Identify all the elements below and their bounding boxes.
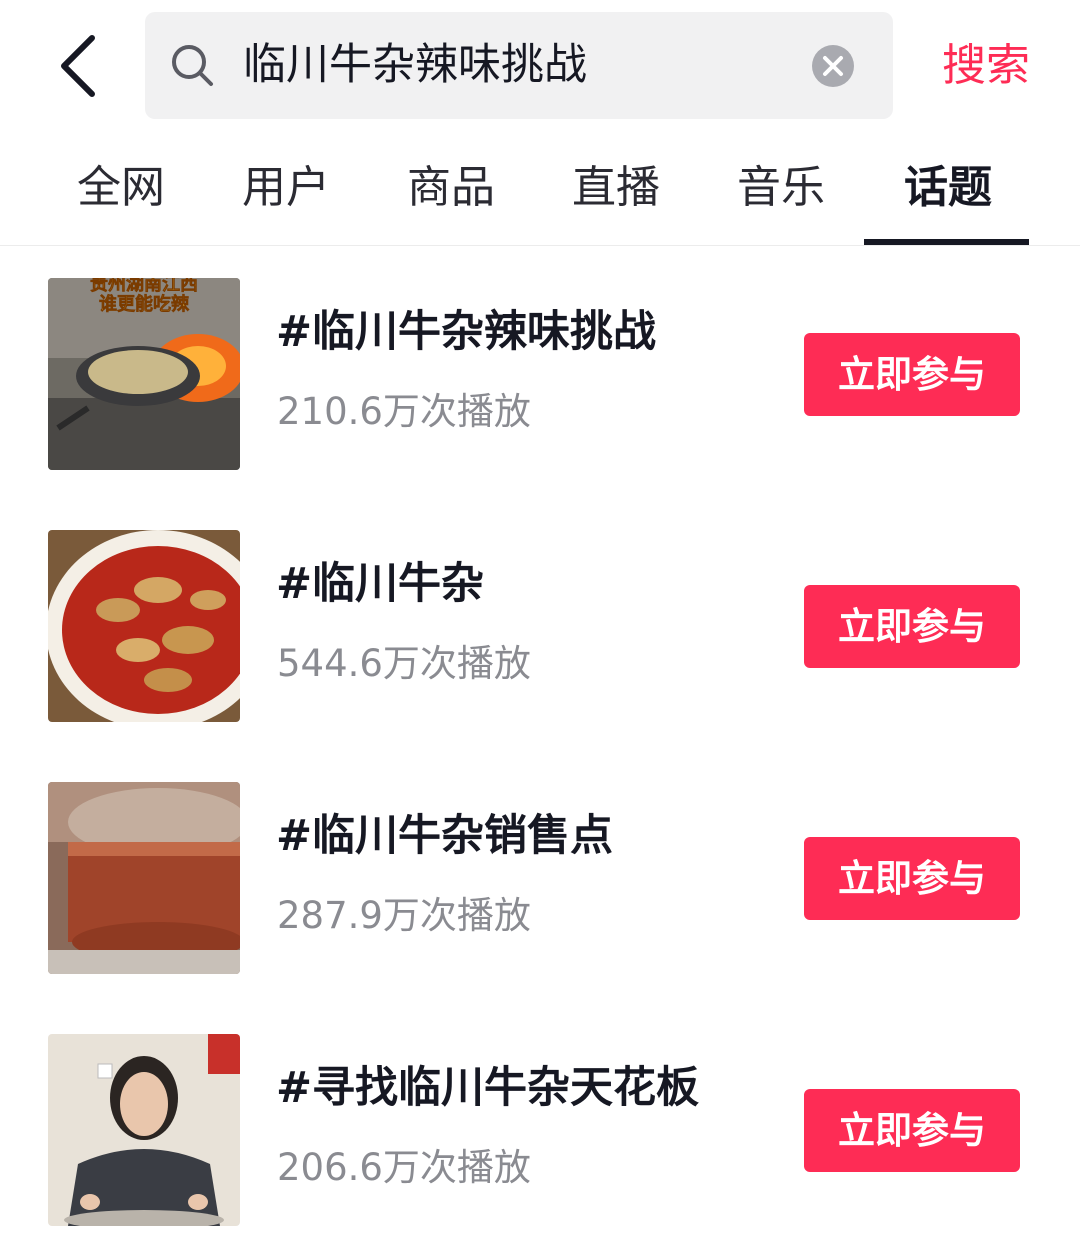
category-tabs: 全网 用户 商品 直播 音乐 话题 bbox=[0, 130, 1080, 246]
back-button[interactable] bbox=[52, 30, 112, 102]
chevron-left-icon bbox=[61, 35, 95, 97]
topic-play-count: 544.6万次播放 bbox=[277, 642, 531, 685]
tab-products[interactable]: 商品 bbox=[407, 158, 495, 218]
topic-thumbnail[interactable] bbox=[48, 1034, 240, 1226]
topic-row[interactable]: #寻找临川牛杂天花板 206.6万次播放 立即参与 bbox=[0, 1034, 1080, 1234]
topic-row[interactable]: #临川牛杂 544.6万次播放 立即参与 bbox=[0, 530, 1080, 730]
topic-row[interactable]: 贵州湖南江西 谁更能吃辣 #临川牛杂辣味挑战 210.6万次播放 立即参与 bbox=[0, 278, 1080, 478]
search-box[interactable]: 临川牛杂辣味挑战 bbox=[145, 12, 893, 119]
topic-play-count: 206.6万次播放 bbox=[277, 1146, 531, 1189]
search-input[interactable]: 临川牛杂辣味挑战 bbox=[243, 12, 587, 119]
topic-title[interactable]: #寻找临川牛杂天花板 bbox=[276, 1060, 699, 1116]
thumbnail-caption-line-1: 贵州湖南江西 bbox=[90, 278, 198, 295]
tab-music[interactable]: 音乐 bbox=[737, 158, 825, 218]
topic-title[interactable]: #临川牛杂 bbox=[276, 556, 484, 612]
topic-play-count: 287.9万次播放 bbox=[277, 894, 531, 937]
thumbnail-caption-line-2: 谁更能吃辣 bbox=[99, 293, 190, 315]
search-icon bbox=[172, 45, 213, 86]
topic-title[interactable]: #临川牛杂辣味挑战 bbox=[276, 304, 656, 360]
topic-play-count: 210.6万次播放 bbox=[277, 390, 531, 433]
tab-all[interactable]: 全网 bbox=[77, 158, 165, 218]
active-tab-indicator bbox=[864, 239, 1029, 245]
topic-row[interactable]: #临川牛杂销售点 287.9万次播放 立即参与 bbox=[0, 782, 1080, 982]
join-button[interactable]: 立即参与 bbox=[804, 585, 1020, 668]
topic-thumbnail[interactable] bbox=[48, 782, 240, 974]
tab-topics[interactable]: 话题 bbox=[904, 158, 992, 218]
clear-circle-icon[interactable] bbox=[811, 44, 855, 88]
topic-title[interactable]: #临川牛杂销售点 bbox=[276, 808, 613, 864]
search-button[interactable]: 搜索 bbox=[942, 30, 1030, 102]
tab-live[interactable]: 直播 bbox=[572, 158, 660, 218]
join-button[interactable]: 立即参与 bbox=[804, 1089, 1020, 1172]
tab-users[interactable]: 用户 bbox=[242, 158, 330, 218]
topic-thumbnail[interactable] bbox=[48, 530, 240, 722]
topic-thumbnail[interactable]: 贵州湖南江西 谁更能吃辣 bbox=[48, 278, 240, 470]
top-bar: 临川牛杂辣味挑战 搜索 bbox=[0, 0, 1080, 130]
join-button[interactable]: 立即参与 bbox=[804, 333, 1020, 416]
join-button[interactable]: 立即参与 bbox=[804, 837, 1020, 920]
